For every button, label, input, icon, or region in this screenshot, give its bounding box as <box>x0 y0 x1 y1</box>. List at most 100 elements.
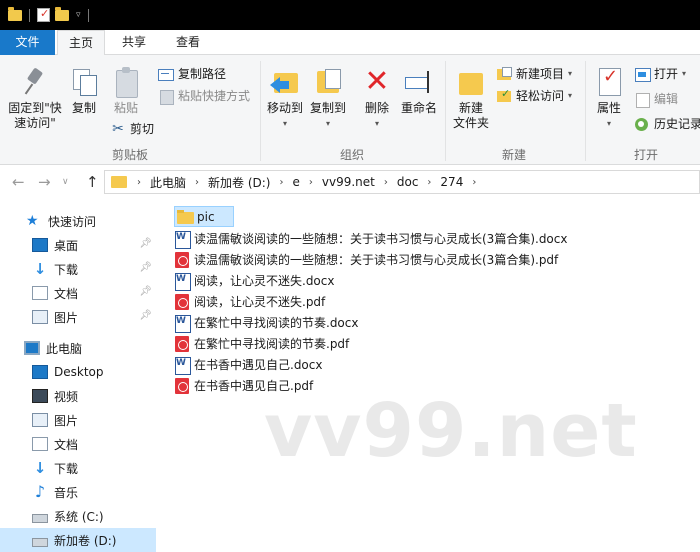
recent-locations-chevron-icon[interactable]: ∨ <box>62 177 69 187</box>
document-icon <box>32 286 48 300</box>
paste-shortcut-button[interactable]: 粘贴快捷方式 <box>158 87 250 105</box>
copy-path-button[interactable]: 复制路径 <box>158 65 226 82</box>
breadcrumb-274[interactable]: 274 <box>440 175 463 189</box>
star-icon: ★ <box>26 213 39 229</box>
copy-button[interactable]: 复制 <box>68 67 100 116</box>
desktop-icon <box>32 238 48 252</box>
pin-to-quick-access-button[interactable]: 固定到"快 速访问" <box>6 67 64 131</box>
open-button[interactable]: 打开 ▾ <box>634 65 686 82</box>
breadcrumb-separator[interactable]: › <box>195 177 199 188</box>
rename-button[interactable]: 重命名 <box>398 67 440 116</box>
breadcrumb-this-pc[interactable]: 此电脑 <box>150 174 186 191</box>
easy-access-icon <box>496 87 512 103</box>
list-item[interactable]: 在繁忙中寻找阅读的节奏.pdf <box>174 333 349 354</box>
watermark-text: vv99.net <box>264 388 638 474</box>
nav-documents[interactable]: 文档 <box>0 432 156 456</box>
new-item-button[interactable]: 新建项目 ▾ <box>496 65 572 82</box>
nav-drive-d[interactable]: 新加卷 (D:) <box>0 528 156 552</box>
list-item[interactable]: 在书香中遇见自己.docx <box>174 354 322 375</box>
breadcrumb-separator[interactable]: › <box>309 177 313 188</box>
breadcrumb-separator[interactable]: › <box>384 177 388 188</box>
up-arrow-icon[interactable]: ↑ <box>86 173 99 191</box>
list-item[interactable]: 阅读，让心灵不迷失.pdf <box>174 291 325 312</box>
ribbon: 固定到"快 速访问" 复制 粘贴 复制路径 粘贴快捷方式 ✂ 剪切 剪贴板 移动… <box>0 55 700 165</box>
nav-desktop-qa[interactable]: 桌面 📌︎ <box>0 233 156 257</box>
paste-icon <box>113 67 139 98</box>
pin-icon: 📌︎ <box>139 286 152 297</box>
file-name: pic <box>197 209 215 224</box>
list-item[interactable]: pic <box>174 206 234 227</box>
file-name: 在书香中遇见自己.pdf <box>194 379 314 393</box>
new-folder-icon[interactable] <box>55 6 69 21</box>
nav-pictures[interactable]: 图片 <box>0 408 156 432</box>
paste-shortcut-icon <box>158 89 174 105</box>
breadcrumb-e[interactable]: e <box>292 175 299 189</box>
file-name: 阅读，让心灵不迷失.pdf <box>194 295 326 309</box>
breadcrumb-drive-d[interactable]: 新加卷 (D:) <box>208 174 270 191</box>
nav-videos[interactable]: 视频 <box>0 384 156 408</box>
breadcrumb-separator[interactable]: › <box>427 177 431 188</box>
tab-share[interactable]: 共享 <box>112 30 156 55</box>
nav-system-c[interactable]: 系统 (C:) <box>0 504 156 528</box>
breadcrumb-vv99[interactable]: vv99.net <box>322 175 375 189</box>
nav-label: Desktop <box>54 365 104 379</box>
copy-to-label: 复制到 <box>309 101 346 115</box>
customize-dropdown-icon[interactable]: ▿ <box>76 10 81 20</box>
list-item[interactable]: 在繁忙中寻找阅读的节奏.docx <box>174 312 358 333</box>
properties-button[interactable]: 属性 ▾ <box>592 67 626 131</box>
new-folder-button[interactable]: 新建 文件夹 <box>450 67 492 131</box>
group-label-clipboard: 剪贴板 <box>111 148 148 162</box>
pin-label-line1: 固定到"快 <box>8 101 62 115</box>
video-icon <box>32 389 48 403</box>
nav-label: 文档 <box>54 286 79 301</box>
properties-icon[interactable] <box>37 7 50 22</box>
cut-button[interactable]: ✂ 剪切 <box>110 120 154 137</box>
nav-label: 快速访问 <box>48 214 97 229</box>
list-item[interactable]: 读温儒敏谈阅读的一些随想：关于读书习惯与心灵成长(3篇合集).docx <box>174 228 567 249</box>
breadcrumb-doc[interactable]: doc <box>397 175 419 189</box>
nav-this-pc[interactable]: 此电脑 <box>0 336 156 360</box>
history-icon <box>634 117 650 131</box>
address-bar[interactable]: › 此电脑 › 新加卷 (D:) › e › vv99.net › doc › … <box>104 170 700 194</box>
pin-icon <box>22 67 48 97</box>
tab-home[interactable]: 主页 <box>57 30 105 56</box>
nav-pictures-qa[interactable]: 图片 📌︎ <box>0 305 156 329</box>
separator <box>29 8 30 22</box>
nav-documents-qa[interactable]: 文档 📌︎ <box>0 281 156 305</box>
open-icon <box>634 67 651 82</box>
edit-button[interactable]: 编辑 <box>634 90 678 108</box>
list-item[interactable]: 读温儒敏谈阅读的一些随想：关于读书习惯与心灵成长(3篇合集).pdf <box>174 249 558 270</box>
delete-button[interactable]: ✕ 删除 ▾ <box>360 67 394 131</box>
word-document-icon <box>174 272 191 291</box>
easy-access-button[interactable]: 轻松访问 ▾ <box>496 87 572 104</box>
new-folder-icon <box>457 67 485 97</box>
move-to-button[interactable]: 移动到 ▾ <box>265 67 305 131</box>
breadcrumb-separator[interactable]: › <box>279 177 283 188</box>
nav-downloads-qa[interactable]: ↓ 下载 📌︎ <box>0 257 156 281</box>
file-name: 在繁忙中寻找阅读的节奏.docx <box>194 316 359 330</box>
nav-quick-access[interactable]: ★ 快速访问 <box>0 209 156 233</box>
list-item[interactable]: 在书香中遇见自己.pdf <box>174 375 313 396</box>
folder-icon[interactable] <box>8 6 22 21</box>
copy-to-button[interactable]: 复制到 ▾ <box>308 67 348 131</box>
breadcrumb-separator[interactable]: › <box>137 177 141 188</box>
forward-arrow-icon[interactable]: → <box>38 173 51 191</box>
nav-label: 文档 <box>54 437 79 452</box>
tab-file[interactable]: 文件 <box>0 30 55 55</box>
nav-label: 音乐 <box>54 485 79 500</box>
back-arrow-icon[interactable]: ← <box>12 173 25 191</box>
nav-music[interactable]: ♪ 音乐 <box>0 480 156 504</box>
paste-button[interactable]: 粘贴 <box>108 67 144 116</box>
scissors-icon: ✂ <box>112 120 124 137</box>
breadcrumb-separator[interactable]: › <box>472 177 476 188</box>
new-item-label: 新建项目 <box>516 67 565 81</box>
picture-icon <box>32 310 48 324</box>
tab-view[interactable]: 查看 <box>166 30 210 55</box>
history-button[interactable]: 历史记录 <box>634 115 700 132</box>
nav-downloads[interactable]: ↓ 下载 <box>0 456 156 480</box>
nav-desktop[interactable]: Desktop <box>0 360 156 384</box>
pin-icon: 📌︎ <box>139 262 152 273</box>
list-item[interactable]: 阅读，让心灵不迷失.docx <box>174 270 334 291</box>
nav-label: 此电脑 <box>46 341 83 356</box>
group-label-open: 打开 <box>633 148 658 162</box>
